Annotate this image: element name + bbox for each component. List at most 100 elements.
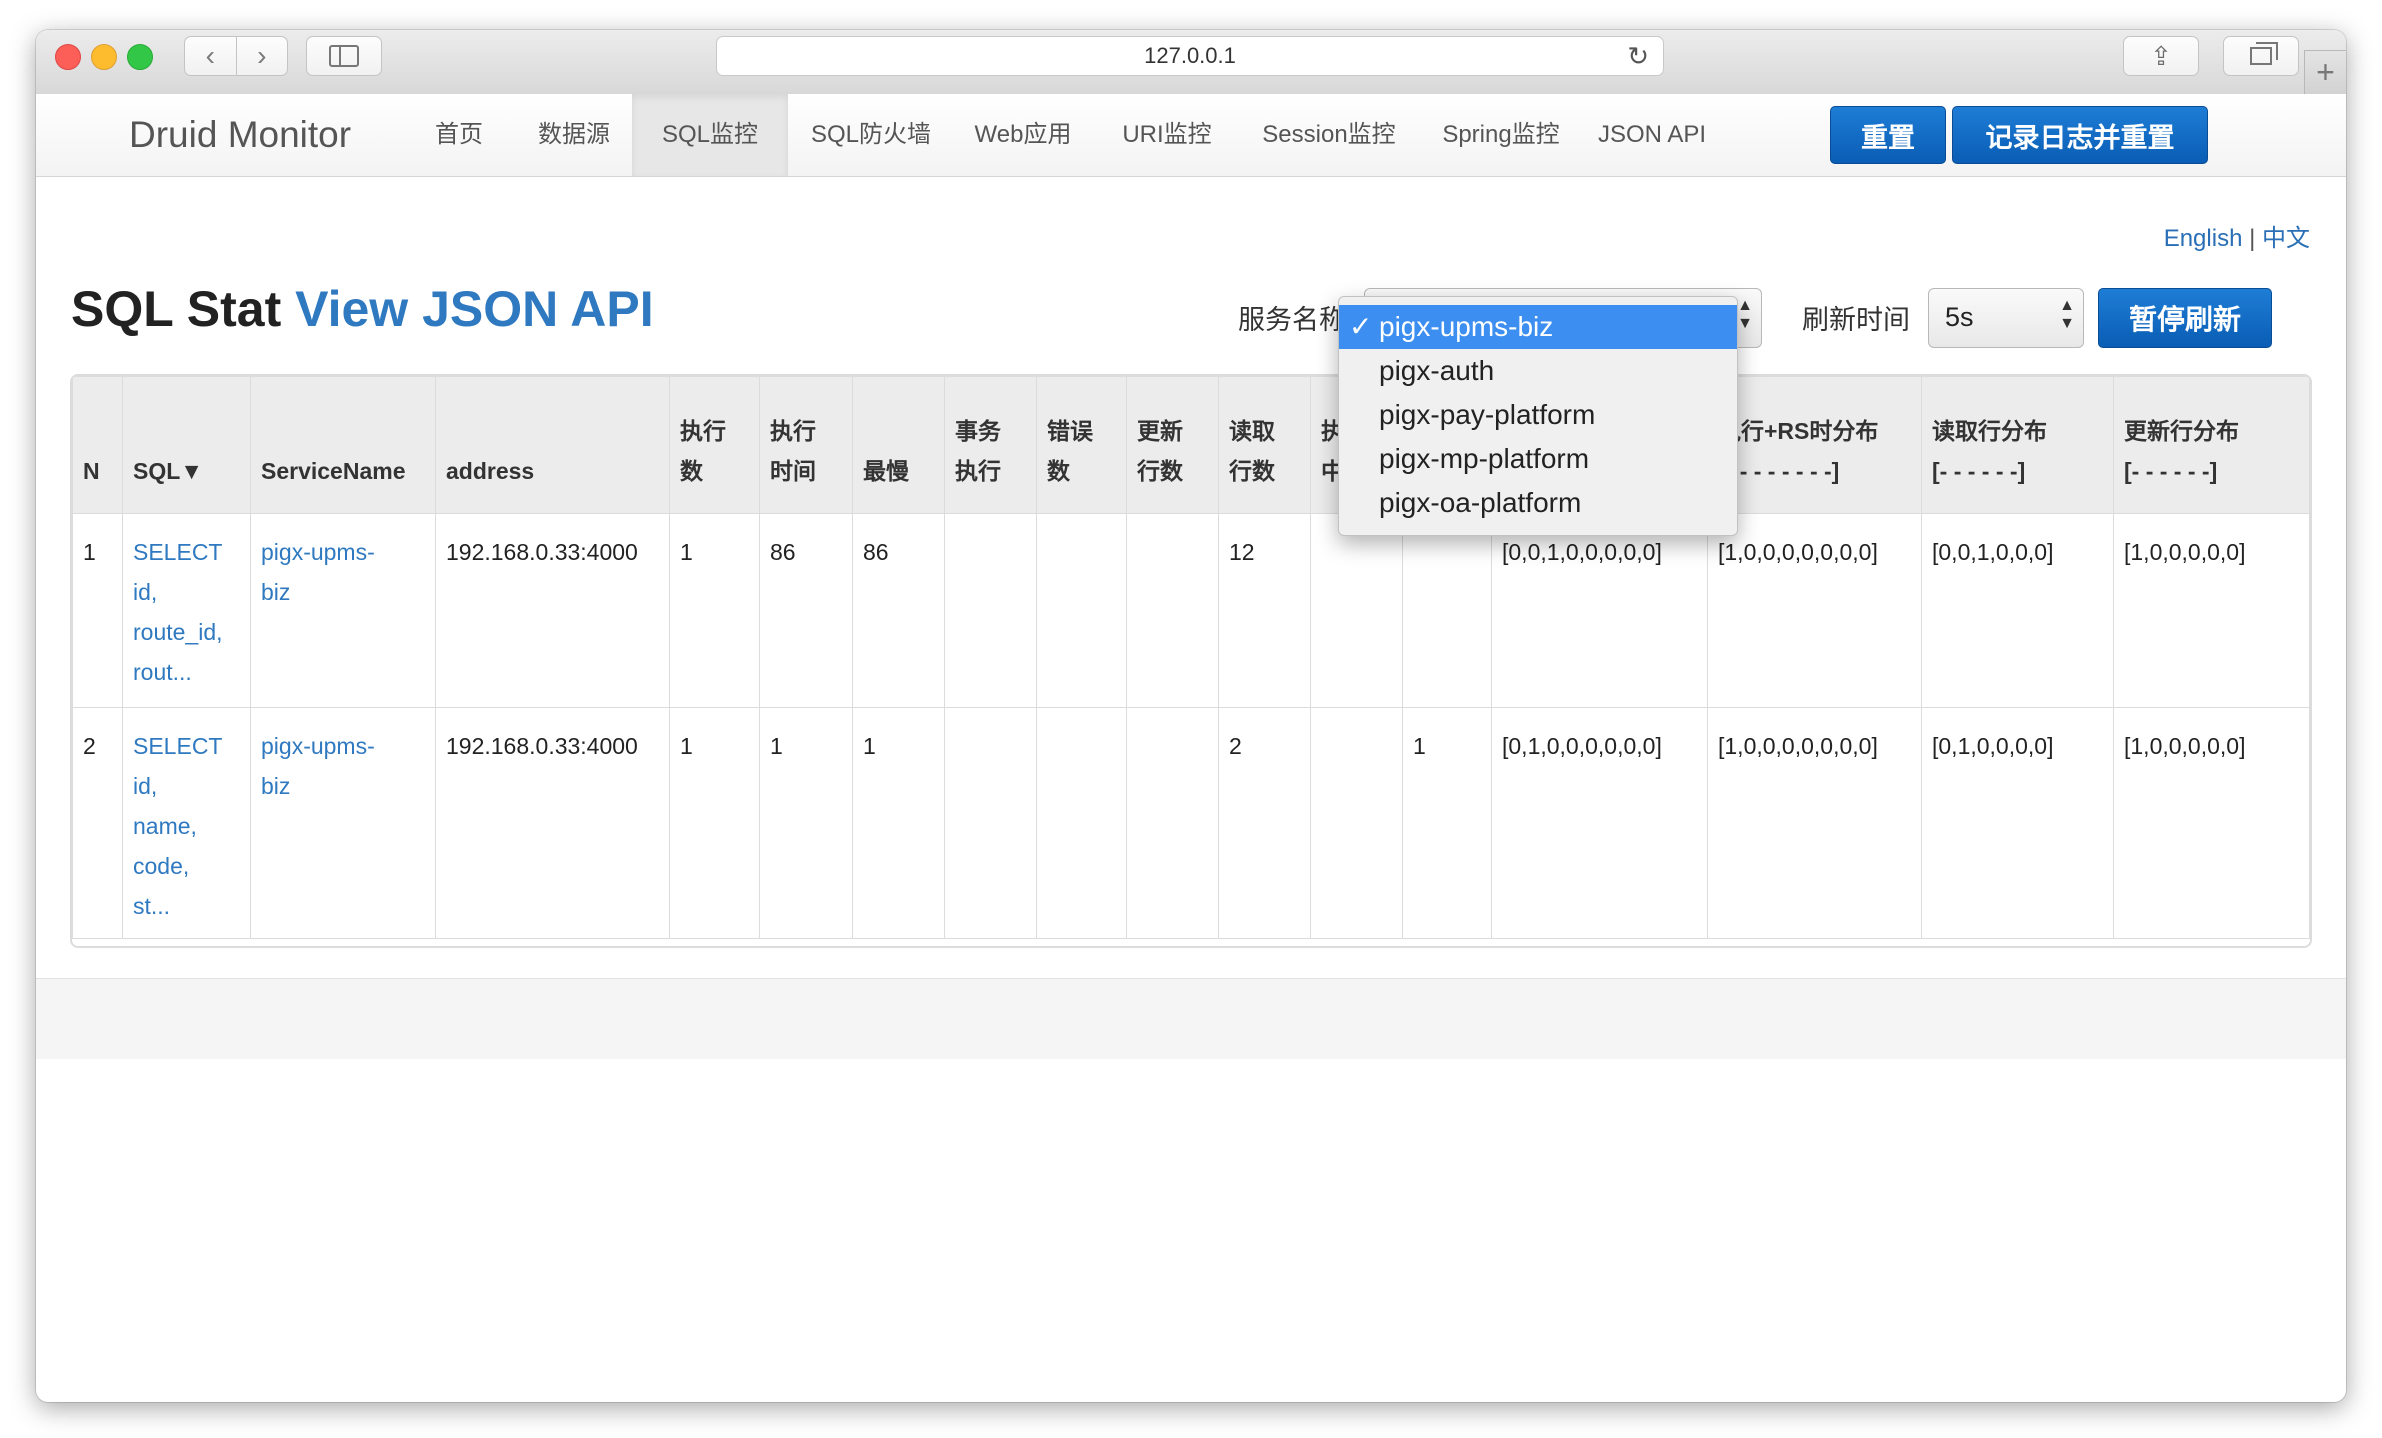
col-header-update-rows[interactable]: 更新 行数: [1126, 376, 1219, 514]
reload-icon[interactable]: ↻: [1627, 41, 1649, 72]
cell-update-dist: [1,0,0,0,0,0]: [2113, 513, 2310, 708]
nav-home[interactable]: 首页: [414, 94, 504, 176]
plus-icon: +: [2316, 54, 2335, 90]
cell-running: [1310, 513, 1403, 708]
cell-errors: [1036, 513, 1127, 708]
col-header-read-rows[interactable]: 读取 行数: [1218, 376, 1311, 514]
show-tabs-button[interactable]: [2223, 36, 2299, 76]
table-row: 1 SELECT id, route_id, rout... pigx-upms-bi…: [72, 513, 2310, 708]
page-title: SQL Stat View JSON API: [71, 280, 654, 338]
nav-uri-monitor[interactable]: URI监控: [1099, 94, 1235, 176]
cell-slowest: 86: [852, 513, 945, 708]
dropdown-option[interactable]: pigx-oa-platform: [1339, 481, 1737, 525]
brand-logo[interactable]: Druid Monitor: [129, 108, 351, 162]
nav-session-monitor[interactable]: Session监控: [1243, 94, 1415, 176]
lang-chinese-link[interactable]: 中文: [2262, 225, 2310, 252]
cell-tx: [944, 707, 1037, 939]
language-switch: English | 中文: [2164, 218, 2310, 253]
cell-exec-count: 1: [669, 513, 760, 708]
cell-address: 192.168.0.33:4000: [435, 513, 670, 708]
page-title-text: SQL Stat: [71, 281, 282, 337]
cell-exec-dist: [0,0,1,0,0,0,0,0]: [1491, 513, 1708, 708]
cell-exec-count: 1: [669, 707, 760, 939]
tabs-icon: [2250, 42, 2278, 65]
dropdown-option[interactable]: ✓ pigx-upms-biz: [1339, 305, 1737, 349]
back-icon[interactable]: ‹: [185, 37, 236, 75]
service-link[interactable]: pigx-upms-biz: [261, 733, 375, 799]
cell-concurrent: [1402, 513, 1492, 708]
col-header-exec-count[interactable]: 执行数: [669, 376, 760, 514]
cell-service: pigx-upms-biz: [250, 707, 436, 939]
cell-update-rows: [1126, 513, 1219, 708]
view-json-api-link[interactable]: View JSON API: [295, 281, 653, 337]
zoom-window-button[interactable]: [127, 44, 153, 70]
nav-spring-monitor[interactable]: Spring监控: [1421, 94, 1581, 176]
close-window-button[interactable]: [55, 44, 81, 70]
cell-address: 192.168.0.33:4000: [435, 707, 670, 939]
refresh-interval-value: 5s: [1945, 302, 1974, 332]
footer-band: [36, 978, 2346, 1059]
minimize-window-button[interactable]: [91, 44, 117, 70]
col-header-errors[interactable]: 错误数: [1036, 376, 1127, 514]
dropdown-option[interactable]: pigx-mp-platform: [1339, 437, 1737, 481]
col-header-exec-time[interactable]: 执行 时间: [759, 376, 853, 514]
cell-read-rows: 2: [1218, 707, 1311, 939]
nav-web-app[interactable]: Web应用: [953, 94, 1093, 176]
sql-link[interactable]: SELECT id, route_id, rout...: [133, 539, 223, 685]
forward-icon[interactable]: ›: [237, 37, 288, 75]
cell-exec-rs-dist: [1,0,0,0,0,0,0,0]: [1707, 707, 1922, 939]
cell-slowest: 1: [852, 707, 945, 939]
dropdown-option[interactable]: pigx-auth: [1339, 349, 1737, 393]
nav-datasource[interactable]: 数据源: [519, 94, 629, 176]
cell-n: 1: [72, 513, 123, 708]
col-header-n[interactable]: N: [72, 376, 123, 514]
sql-link[interactable]: SELECT id, name, code, st...: [133, 733, 222, 919]
refresh-interval-label: 刷新时间: [1802, 305, 1910, 335]
nav-json-api[interactable]: JSON API: [1587, 94, 1717, 176]
lang-english-link[interactable]: English: [2164, 225, 2243, 252]
service-name-label: 服务名称: [1238, 305, 1346, 335]
cell-exec-time: 1: [759, 707, 853, 939]
sidebar-icon: [329, 45, 359, 67]
col-header-servicename[interactable]: ServiceName: [250, 376, 436, 514]
col-header-address[interactable]: address: [435, 376, 670, 514]
service-link[interactable]: pigx-upms-biz: [261, 539, 375, 605]
dropdown-option[interactable]: pigx-pay-platform: [1339, 393, 1737, 437]
col-header-tx[interactable]: 事务 执行: [944, 376, 1037, 514]
refresh-interval-select[interactable]: 5s ▲ ▼: [1928, 288, 2084, 348]
cell-exec-time: 86: [759, 513, 853, 708]
cell-concurrent: 1: [1402, 707, 1492, 939]
history-nav-group: ‹ ›: [184, 36, 288, 76]
cell-update-rows: [1126, 707, 1219, 939]
cell-read-dist: [0,0,1,0,0,0]: [1921, 513, 2114, 708]
col-header-sql[interactable]: SQL▼: [122, 376, 251, 514]
nav-sql-firewall[interactable]: SQL防火墙: [796, 94, 946, 176]
col-header-exec-rs-dist[interactable]: 执行+RS时分布 [- - - - - - - -]: [1707, 376, 1922, 514]
cell-service: pigx-upms-biz: [250, 513, 436, 708]
pause-refresh-button[interactable]: 暂停刷新: [2098, 288, 2272, 348]
cell-read-dist: [0,1,0,0,0,0]: [1921, 707, 2114, 939]
cell-exec-dist: [0,1,0,0,0,0,0,0]: [1491, 707, 1708, 939]
share-icon: ⇪: [2150, 40, 2172, 71]
url-text: 127.0.0.1: [1144, 43, 1236, 68]
sidebar-toggle-button[interactable]: [306, 36, 382, 76]
address-bar[interactable]: 127.0.0.1 ↻: [716, 36, 1664, 76]
cell-update-dist: [1,0,0,0,0,0]: [2113, 707, 2310, 939]
cell-n: 2: [72, 707, 123, 939]
col-header-read-dist[interactable]: 读取行分布 [- - - - - -]: [1921, 376, 2114, 514]
checkmark-icon: ✓: [1349, 311, 1373, 342]
title-bar: ‹ › 127.0.0.1 ↻ ⇪ +: [36, 30, 2346, 95]
col-header-slowest[interactable]: 最慢: [852, 376, 945, 514]
log-and-reset-button[interactable]: 记录日志并重置: [1952, 106, 2208, 164]
nav-sql-monitor[interactable]: SQL监控: [632, 94, 788, 176]
cell-read-rows: 12: [1218, 513, 1311, 708]
table-row: 2 SELECT id, name, code, st... pigx-upms-biz…: [72, 707, 2310, 939]
cell-exec-rs-dist: [1,0,0,0,0,0,0,0]: [1707, 513, 1922, 708]
col-header-update-dist[interactable]: 更新行分布 [- - - - - -]: [2113, 376, 2310, 514]
cell-sql: SELECT id, name, code, st...: [122, 707, 251, 939]
reset-button[interactable]: 重置: [1830, 106, 1946, 164]
cell-sql: SELECT id, route_id, rout...: [122, 513, 251, 708]
new-tab-button[interactable]: +: [2304, 50, 2346, 94]
share-button[interactable]: ⇪: [2123, 36, 2199, 76]
lang-separator: |: [2249, 225, 2256, 252]
